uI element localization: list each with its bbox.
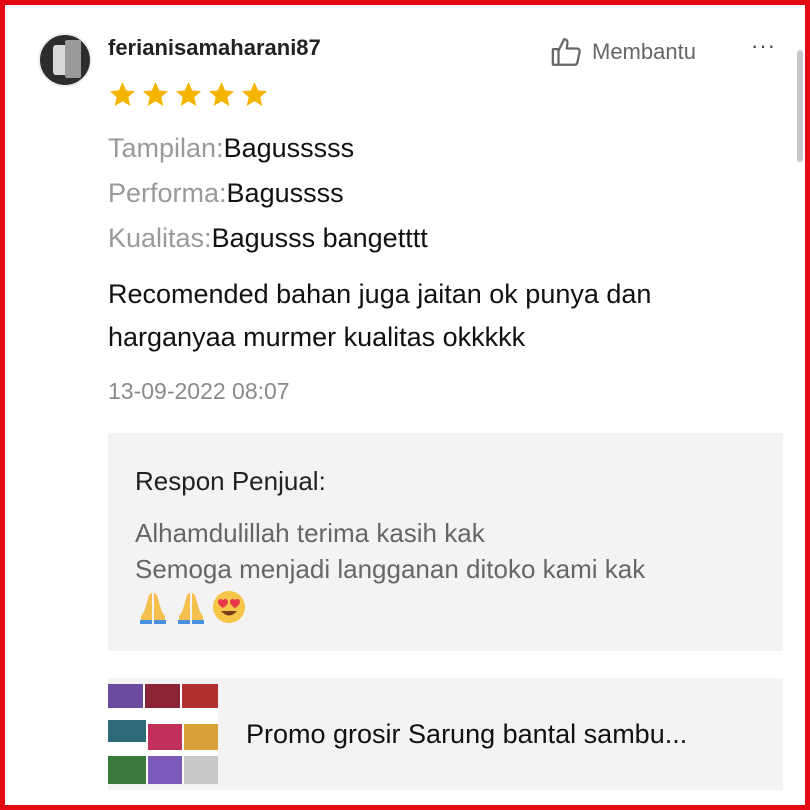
attribute-quality: Kualitas:Bagusss bangetttt xyxy=(108,223,428,254)
thumb-tile xyxy=(108,720,146,742)
scrollbar[interactable] xyxy=(797,50,803,162)
thumb-tile xyxy=(148,724,182,750)
star-icon xyxy=(142,82,169,106)
folded-hands-emoji-icon xyxy=(178,593,204,624)
thumb-tile xyxy=(108,684,143,708)
attribute-value: Bagussss xyxy=(226,178,344,208)
seller-response-box: Respon Penjual: Alhamdulillah terima kas… xyxy=(108,433,783,651)
helpful-button[interactable]: Membantu xyxy=(550,35,696,69)
avatar-image-part xyxy=(65,40,81,78)
star-icon xyxy=(175,82,202,106)
avatar[interactable] xyxy=(38,33,92,87)
more-options-button[interactable]: ··· xyxy=(751,33,776,59)
product-card[interactable]: Promo grosir Sarung bantal sambu... xyxy=(108,678,783,790)
helpful-label: Membantu xyxy=(592,39,696,64)
attribute-value: Bagusssss xyxy=(223,133,355,163)
star-icon xyxy=(109,82,136,106)
review-comment: Recomended bahan juga jaitan ok punya da… xyxy=(108,279,652,352)
seller-response-line: Alhamdulillah terima kasih kak xyxy=(135,518,485,548)
thumb-tile xyxy=(184,724,218,750)
thumb-tile xyxy=(184,756,218,784)
attribute-key: Performa: xyxy=(108,178,227,208)
seller-response-emojis xyxy=(135,589,765,625)
product-thumbnail xyxy=(108,684,218,784)
review-timestamp: 13-09-2022 08:07 xyxy=(108,378,290,404)
review-card-frame: ferianisamaharani87 Membantu ··· Tampila… xyxy=(0,0,810,810)
thumb-tile xyxy=(182,684,218,708)
star-rating xyxy=(108,80,269,109)
attribute-performance: Performa:Bagussss xyxy=(108,178,344,209)
seller-response-title: Respon Penjual: xyxy=(135,466,326,496)
star-icon xyxy=(208,82,235,106)
thumb-tile xyxy=(108,756,146,784)
heart-eyes-emoji-icon xyxy=(213,591,245,623)
attribute-value: Bagusss bangetttt xyxy=(211,223,428,253)
star-icon xyxy=(241,82,268,106)
folded-hands-emoji-icon xyxy=(140,593,166,624)
thumb-tile xyxy=(148,756,182,784)
thumbs-up-icon xyxy=(551,38,581,66)
product-name: Promo grosir Sarung bantal sambu... xyxy=(246,719,688,749)
seller-response-line: Semoga menjadi langganan ditoko kami kak xyxy=(135,554,646,584)
attribute-key: Tampilan: xyxy=(108,133,224,163)
thumb-tile xyxy=(145,684,180,708)
seller-response-message: Alhamdulillah terima kasih kak Semoga me… xyxy=(135,515,765,625)
attribute-appearance: Tampilan:Bagusssss xyxy=(108,133,354,164)
reviewer-username: ferianisamaharani87 xyxy=(108,35,321,60)
attribute-key: Kualitas: xyxy=(108,223,212,253)
